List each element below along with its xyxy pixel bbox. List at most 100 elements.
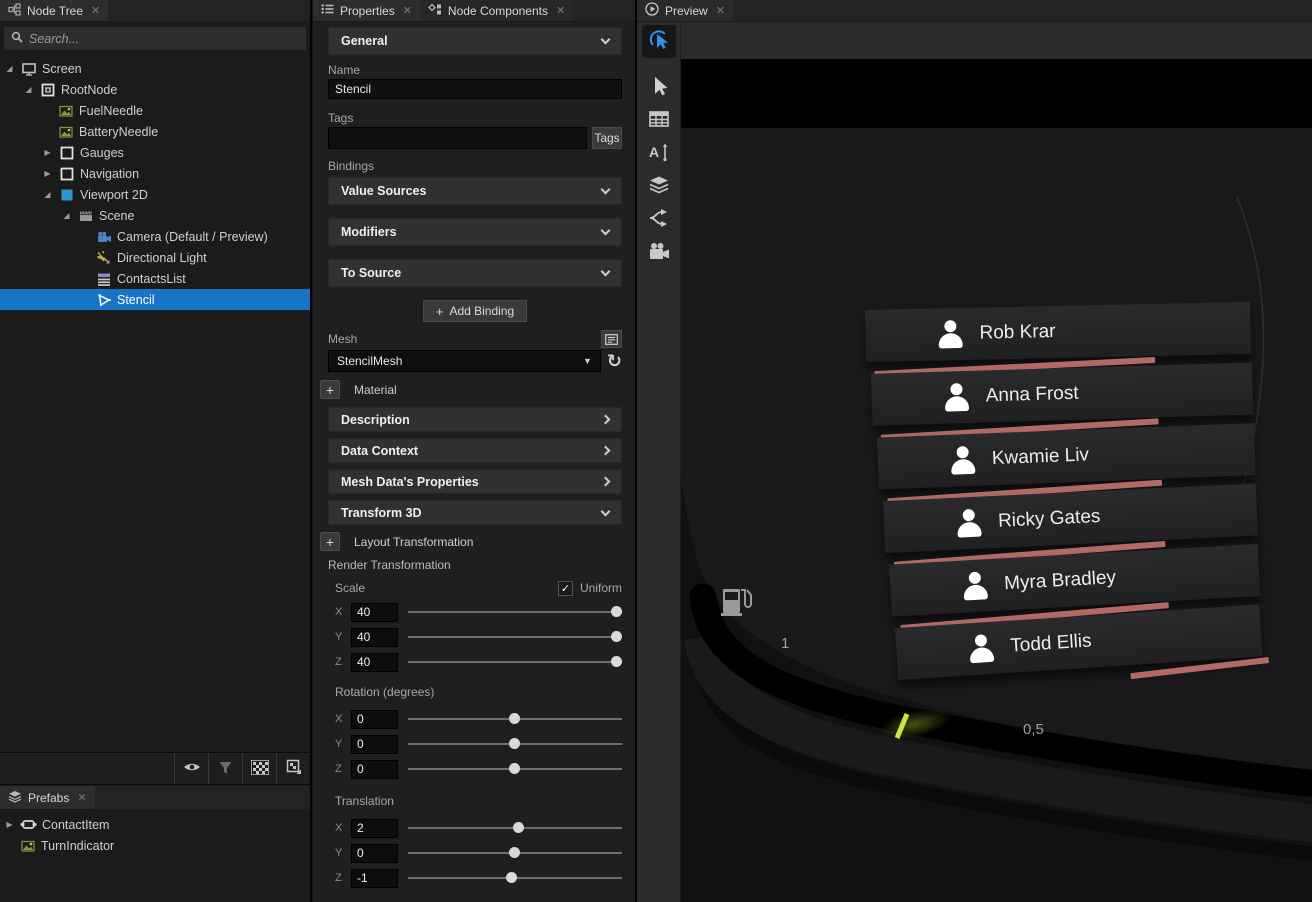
search-input[interactable]: Search... [4, 27, 306, 50]
expander-icon[interactable]: ◢ [23, 85, 34, 94]
name-field[interactable] [328, 79, 622, 99]
chevron-right-icon [601, 446, 611, 456]
rotation-y-slider[interactable] [408, 735, 622, 753]
tool-text-size[interactable]: A [642, 137, 676, 170]
node-tree-panel: Node Tree ✕ Search... ◢ Screen ◢ RootNod… [0, 0, 310, 902]
section-to-source[interactable]: To Source [328, 259, 622, 287]
scale-x-field[interactable] [351, 603, 398, 622]
slider-knob[interactable] [509, 713, 520, 724]
rotation-z-field[interactable] [351, 760, 398, 779]
mesh-editor-button[interactable] [601, 330, 622, 348]
translation-x-slider[interactable] [408, 819, 622, 837]
tool-camera[interactable] [642, 236, 676, 269]
blend-mode-button[interactable] [276, 753, 310, 784]
scale-x-slider[interactable] [408, 603, 622, 621]
scale-y-field[interactable] [351, 628, 398, 647]
slider-knob[interactable] [611, 606, 622, 617]
slider-knob[interactable] [509, 763, 520, 774]
tree-item-screen[interactable]: ◢ Screen [0, 58, 310, 79]
tool-connections[interactable] [642, 203, 676, 236]
tool-select[interactable] [642, 71, 676, 104]
slider-knob[interactable] [513, 822, 524, 833]
expander-icon[interactable]: ▶ [42, 169, 53, 178]
section-value-sources[interactable]: Value Sources [328, 177, 622, 205]
contact-card[interactable]: Todd Ellis [895, 605, 1263, 680]
tags-button[interactable]: Tags [592, 127, 622, 149]
visibility-button[interactable] [174, 753, 208, 784]
tab-node-components[interactable]: Node Components ✕ [420, 0, 573, 21]
expander-icon[interactable]: ◢ [61, 211, 72, 220]
tree-item-scene[interactable]: ◢ Scene [0, 205, 310, 226]
tab-preview[interactable]: Preview ✕ [637, 0, 733, 21]
section-description[interactable]: Description [328, 407, 622, 432]
translation-z-slider[interactable] [408, 869, 622, 887]
prefab-item-contactitem[interactable]: ▶ ContactItem [0, 814, 310, 835]
translation-y-slider[interactable] [408, 844, 622, 862]
close-icon[interactable]: ✕ [556, 4, 565, 17]
tree-item-gauges[interactable]: ▶ Gauges [0, 142, 310, 163]
tool-layers[interactable] [642, 170, 676, 203]
tree-item-batteryneedle[interactable]: BatteryNeedle [0, 121, 310, 142]
tree-item-fuelneedle[interactable]: FuelNeedle [0, 100, 310, 121]
rotation-x-slider[interactable] [408, 710, 622, 728]
tree-item-navigation[interactable]: ▶ Navigation [0, 163, 310, 184]
translation-x-field[interactable] [351, 819, 398, 838]
tree-item-camera[interactable]: Camera (Default / Preview) [0, 226, 310, 247]
contact-card[interactable]: Myra Bradley [889, 544, 1260, 617]
prefab-item-turnindicator[interactable]: TurnIndicator [0, 835, 310, 856]
tree-item-label: Gauges [80, 146, 124, 160]
scale-z-slider[interactable] [408, 653, 622, 671]
contact-card[interactable]: Rob Krar [865, 302, 1251, 362]
uniform-checkbox[interactable]: ✓ [558, 581, 573, 596]
expand-layout-transformation-button[interactable]: + [320, 532, 340, 551]
slider-knob[interactable] [506, 872, 517, 883]
rotation-x-field[interactable] [351, 710, 398, 729]
slider-knob[interactable] [509, 847, 520, 858]
checker-view-button[interactable] [242, 753, 276, 784]
expander-icon[interactable]: ◢ [42, 190, 53, 199]
rotation-z-slider[interactable] [408, 760, 622, 778]
tool-grid[interactable] [642, 104, 676, 137]
tree-item-rootnode[interactable]: ◢ RootNode [0, 79, 310, 100]
slider-knob[interactable] [509, 738, 520, 749]
slider-knob[interactable] [611, 656, 622, 667]
translation-y-field[interactable] [351, 844, 398, 863]
translation-z-field[interactable] [351, 869, 398, 888]
node-components-tab-label: Node Components [448, 4, 548, 18]
revert-icon[interactable]: ↻ [607, 351, 622, 372]
section-mesh-data-properties[interactable]: Mesh Data's Properties [328, 469, 622, 494]
tree-item-stencil[interactable]: Stencil [0, 289, 310, 310]
tags-field[interactable] [328, 127, 587, 149]
expander-icon[interactable]: ▶ [42, 148, 53, 157]
rotation-y-field[interactable] [351, 735, 398, 754]
expander-icon[interactable]: ▶ [4, 820, 15, 829]
section-transform-3d[interactable]: Transform 3D [328, 500, 622, 525]
mesh-dropdown[interactable]: StencilMesh ▼ [328, 350, 601, 372]
tree-item-contactslist[interactable]: ContactsList [0, 268, 310, 289]
filter-button[interactable] [208, 753, 242, 784]
tags-label: Tags [328, 111, 622, 125]
contact-name: Rob Krar [979, 321, 1055, 345]
expander-icon[interactable]: ◢ [4, 64, 15, 73]
scale-y-slider[interactable] [408, 628, 622, 646]
add-binding-button[interactable]: + Add Binding [423, 300, 527, 322]
tab-node-tree[interactable]: Node Tree ✕ [0, 0, 108, 21]
blend-square-icon [286, 759, 302, 778]
slider-knob[interactable] [611, 631, 622, 642]
close-icon[interactable]: ✕ [77, 791, 86, 804]
section-data-context[interactable]: Data Context [328, 438, 622, 463]
tool-interact[interactable] [642, 25, 676, 58]
contact-card[interactable]: Anna Frost [871, 363, 1253, 426]
tree-item-viewport-2d[interactable]: ◢ Viewport 2D [0, 184, 310, 205]
section-modifiers[interactable]: Modifiers [328, 218, 622, 246]
tab-prefabs[interactable]: Prefabs ✕ [0, 786, 95, 809]
tab-properties[interactable]: Properties ✕ [313, 0, 420, 21]
close-icon[interactable]: ✕ [716, 4, 725, 17]
tree-item-directional-light[interactable]: Directional Light [0, 247, 310, 268]
expand-material-button[interactable]: + [320, 380, 340, 399]
close-icon[interactable]: ✕ [403, 4, 412, 17]
section-general[interactable]: General [328, 27, 622, 55]
close-icon[interactable]: ✕ [91, 4, 100, 17]
scale-z-field[interactable] [351, 653, 398, 672]
panel-divider[interactable] [310, 0, 312, 902]
